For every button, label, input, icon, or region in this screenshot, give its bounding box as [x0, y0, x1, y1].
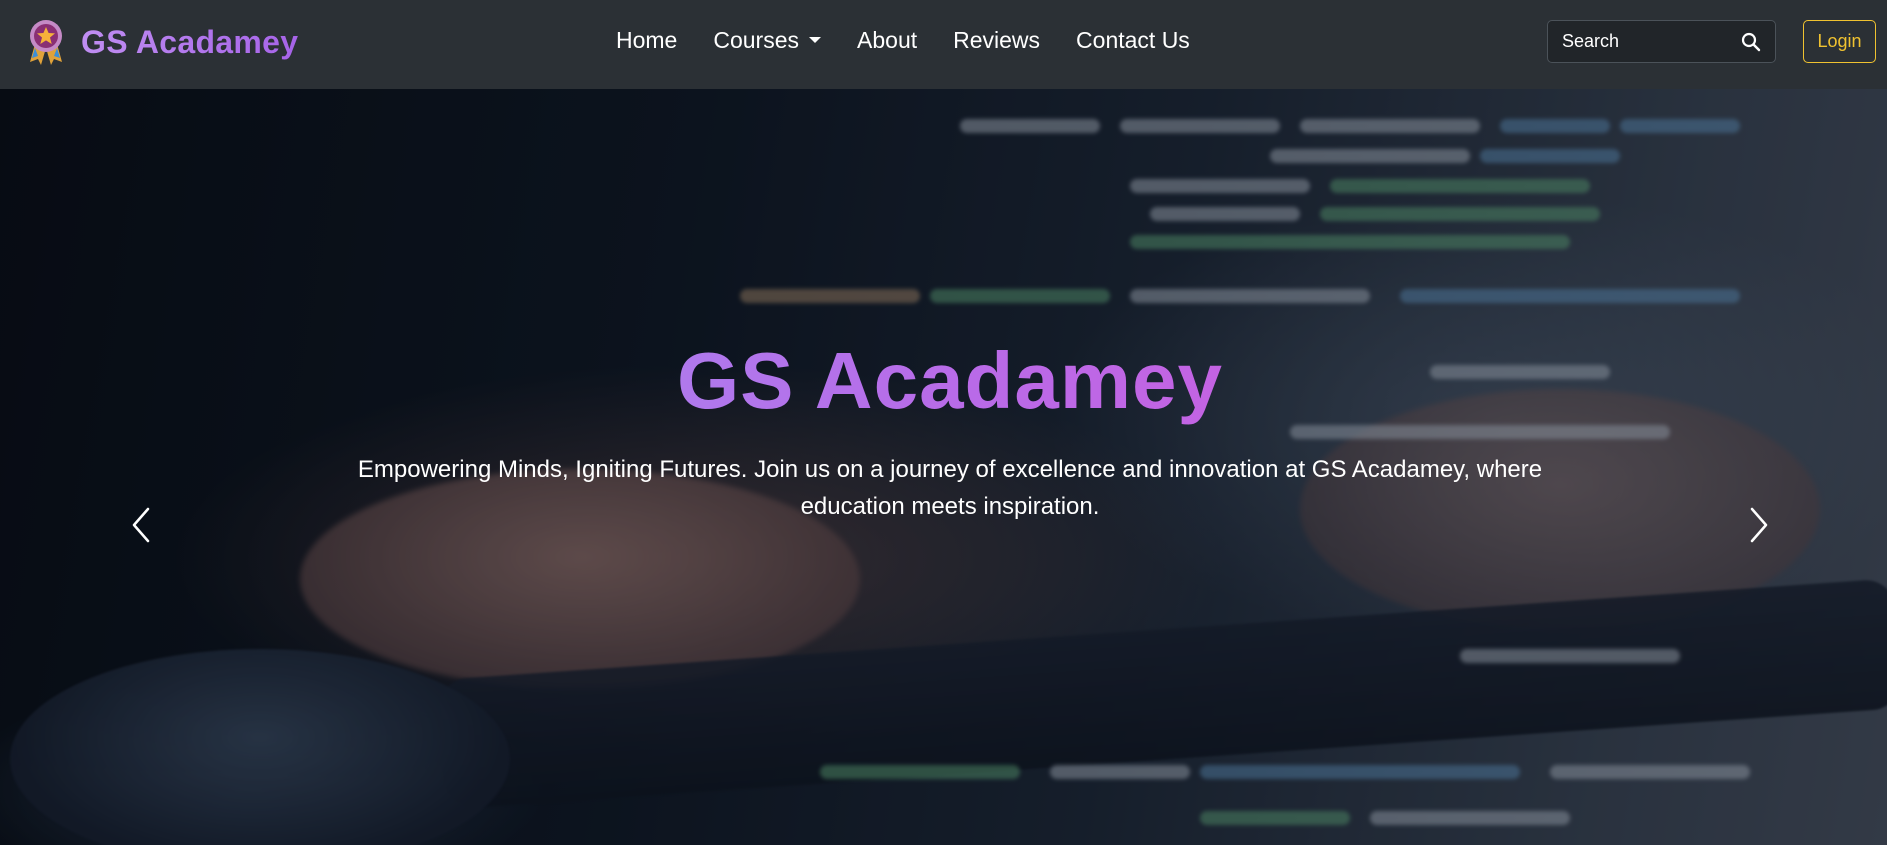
nav-link-home[interactable]: Home — [616, 27, 677, 54]
brand-name: GS Acadamey — [81, 23, 299, 60]
hero-subtitle: Empowering Minds, Igniting Futures. Join… — [357, 456, 1543, 520]
top-navbar: GS Acadamey Home Courses About Reviews C… — [0, 0, 1887, 89]
brand-logo-link[interactable]: GS Acadamey — [26, 18, 298, 66]
search-input[interactable] — [1548, 31, 1728, 52]
nav-link-courses-label: Courses — [713, 26, 800, 53]
login-button[interactable]: Login — [1803, 20, 1876, 63]
search-box — [1547, 20, 1776, 63]
nav-link-about[interactable]: About — [857, 27, 917, 54]
chevron-left-icon[interactable] — [128, 505, 158, 545]
hero-title: GS Acadamey — [0, 335, 1887, 427]
chevron-right-icon[interactable] — [1742, 505, 1772, 545]
nav-link-courses-dropdown[interactable]: Courses — [713, 26, 822, 54]
award-badge-icon — [30, 20, 62, 65]
nav-link-reviews[interactable]: Reviews — [953, 27, 1040, 54]
main-nav: Home Courses About Reviews Contact Us — [616, 22, 1226, 58]
caret-down-icon — [809, 37, 822, 43]
search-icon[interactable] — [1741, 32, 1761, 52]
nav-link-contact-us[interactable]: Contact Us — [1076, 27, 1190, 54]
